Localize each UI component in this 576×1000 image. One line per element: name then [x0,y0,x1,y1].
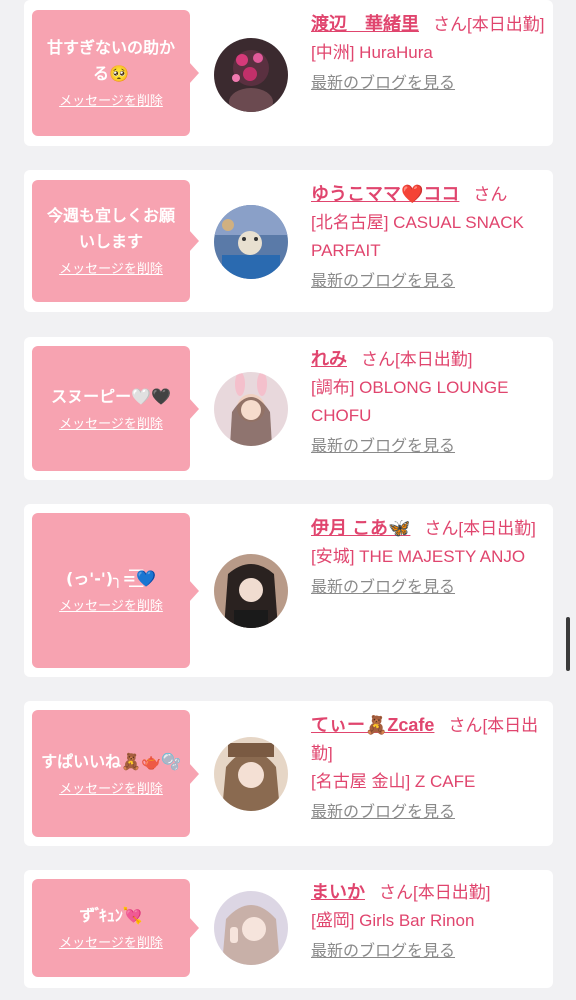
avatar[interactable] [214,38,288,112]
status-text: [本日出勤] [413,883,491,902]
cast-name[interactable]: 渡辺 華緒里 [311,14,419,34]
avatar[interactable] [214,891,288,965]
status-text: [本日出勤] [467,15,545,34]
delete-message-link[interactable]: メッセージを削除 [59,781,163,799]
latest-blog-link[interactable]: 最新のブログを見る [311,71,547,97]
cast-info: 渡辺 華緒里 さん[本日出勤] [中洲] HuraHura 最新のブログを見る [311,10,547,97]
honorific: さん [433,15,467,34]
message-text: (っ'-')╮=͟͟͞͞💙 [65,568,157,588]
avatar[interactable] [214,372,288,446]
message-bubble: (っ'-')╮=͟͟͞͞💙 メッセージを削除 [32,513,199,668]
message-text: 今週も宜しくお願いします [46,206,175,251]
shop-name: [名古屋 金山] Z CAFE [311,772,476,791]
favorite-card: 甘すぎないの助かる🥺 メッセージを削除 渡辺 華緒里 さん[本日出勤] [中洲] … [24,0,553,146]
shop-name: [調布] OBLONG LOUNGE CHOFU [311,378,509,425]
scrollbar[interactable] [566,617,570,671]
honorific: さん [379,883,413,902]
honorific: さん [361,350,395,369]
cast-name[interactable]: 伊月 こあ🦋 [311,518,410,538]
message-text: ず ゙ｷｭﾝ💘 [79,906,143,925]
favorite-card: スヌーピー🤍🖤 メッセージを削除 れみ さん[本日出勤] [調布] OBLONG … [24,337,553,480]
honorific: さん [473,185,508,204]
shop-name: [安城] THE MAJESTY ANJO [311,547,526,566]
honorific: さん [448,716,483,735]
honorific: さん [424,519,459,538]
avatar[interactable] [214,554,288,628]
message-text: 甘すぎないの助かる🥺 [46,38,175,83]
delete-message-link[interactable]: メッセージを削除 [59,935,163,953]
cast-info: ゆうこママ❤️ココ さん [北名古屋] CASUAL SNACK PARFAIT … [311,180,547,295]
status-text: [本日出勤] [395,350,473,369]
message-text: スヌーピー🤍🖤 [51,386,171,406]
avatar[interactable] [214,205,288,279]
favorite-card: 今週も宜しくお願いします メッセージを削除 ゆうこママ❤️ココ さん [北名古屋]… [24,170,553,312]
shop-name: [盛岡] Girls Bar Rinon [311,911,475,930]
delete-message-link[interactable]: メッセージを削除 [59,93,163,111]
message-bubble: ず ゙ｷｭﾝ💘 メッセージを削除 [32,879,199,977]
message-bubble: 甘すぎないの助かる🥺 メッセージを削除 [32,10,199,136]
status-text: [本日出勤] [458,519,536,538]
latest-blog-link[interactable]: 最新のブログを見る [311,269,547,295]
latest-blog-link[interactable]: 最新のブログを見る [311,434,547,460]
latest-blog-link[interactable]: 最新のブログを見る [311,575,547,601]
cast-name[interactable]: ゆうこママ❤️ココ [311,184,459,204]
message-bubble: スヌーピー🤍🖤 メッセージを削除 [32,346,199,471]
delete-message-link[interactable]: メッセージを削除 [59,261,163,279]
cast-info: れみ さん[本日出勤] [調布] OBLONG LOUNGE CHOFU 最新のブ… [311,345,547,460]
cast-info: てぃー🧸Zcafe さん[本日出勤] [名古屋 金山] Z CAFE 最新のブログ… [311,711,547,826]
shop-name: [北名古屋] CASUAL SNACK PARFAIT [311,213,524,260]
favorite-card: ず ゙ｷｭﾝ💘 メッセージを削除 まいか さん[本日出勤] [盛岡] Girls … [24,870,553,988]
cast-info: まいか さん[本日出勤] [盛岡] Girls Bar Rinon 最新のブログを… [311,878,547,965]
message-bubble: すぱいいね🧸🫖🫧 メッセージを削除 [32,710,199,837]
latest-blog-link[interactable]: 最新のブログを見る [311,939,547,965]
delete-message-link[interactable]: メッセージを削除 [59,598,163,616]
message-text: すぱいいね🧸🫖🫧 [41,751,181,771]
cast-name[interactable]: てぃー🧸Zcafe [311,715,434,735]
shop-name: [中洲] HuraHura [311,43,433,62]
avatar[interactable] [214,737,288,811]
cast-info: 伊月 こあ🦋 さん[本日出勤] [安城] THE MAJESTY ANJO 最新の… [311,514,547,601]
cast-name[interactable]: まいか [311,882,365,902]
delete-message-link[interactable]: メッセージを削除 [59,416,163,434]
latest-blog-link[interactable]: 最新のブログを見る [311,800,547,826]
cast-name[interactable]: れみ [311,349,347,369]
message-bubble: 今週も宜しくお願いします メッセージを削除 [32,180,199,302]
favorite-card: (っ'-')╮=͟͟͞͞💙 メッセージを削除 伊月 こあ🦋 さん[本日出勤] [安… [24,504,553,677]
favorite-card: すぱいいね🧸🫖🫧 メッセージを削除 てぃー🧸Zcafe さん[本日出勤] [名古屋… [24,701,553,846]
